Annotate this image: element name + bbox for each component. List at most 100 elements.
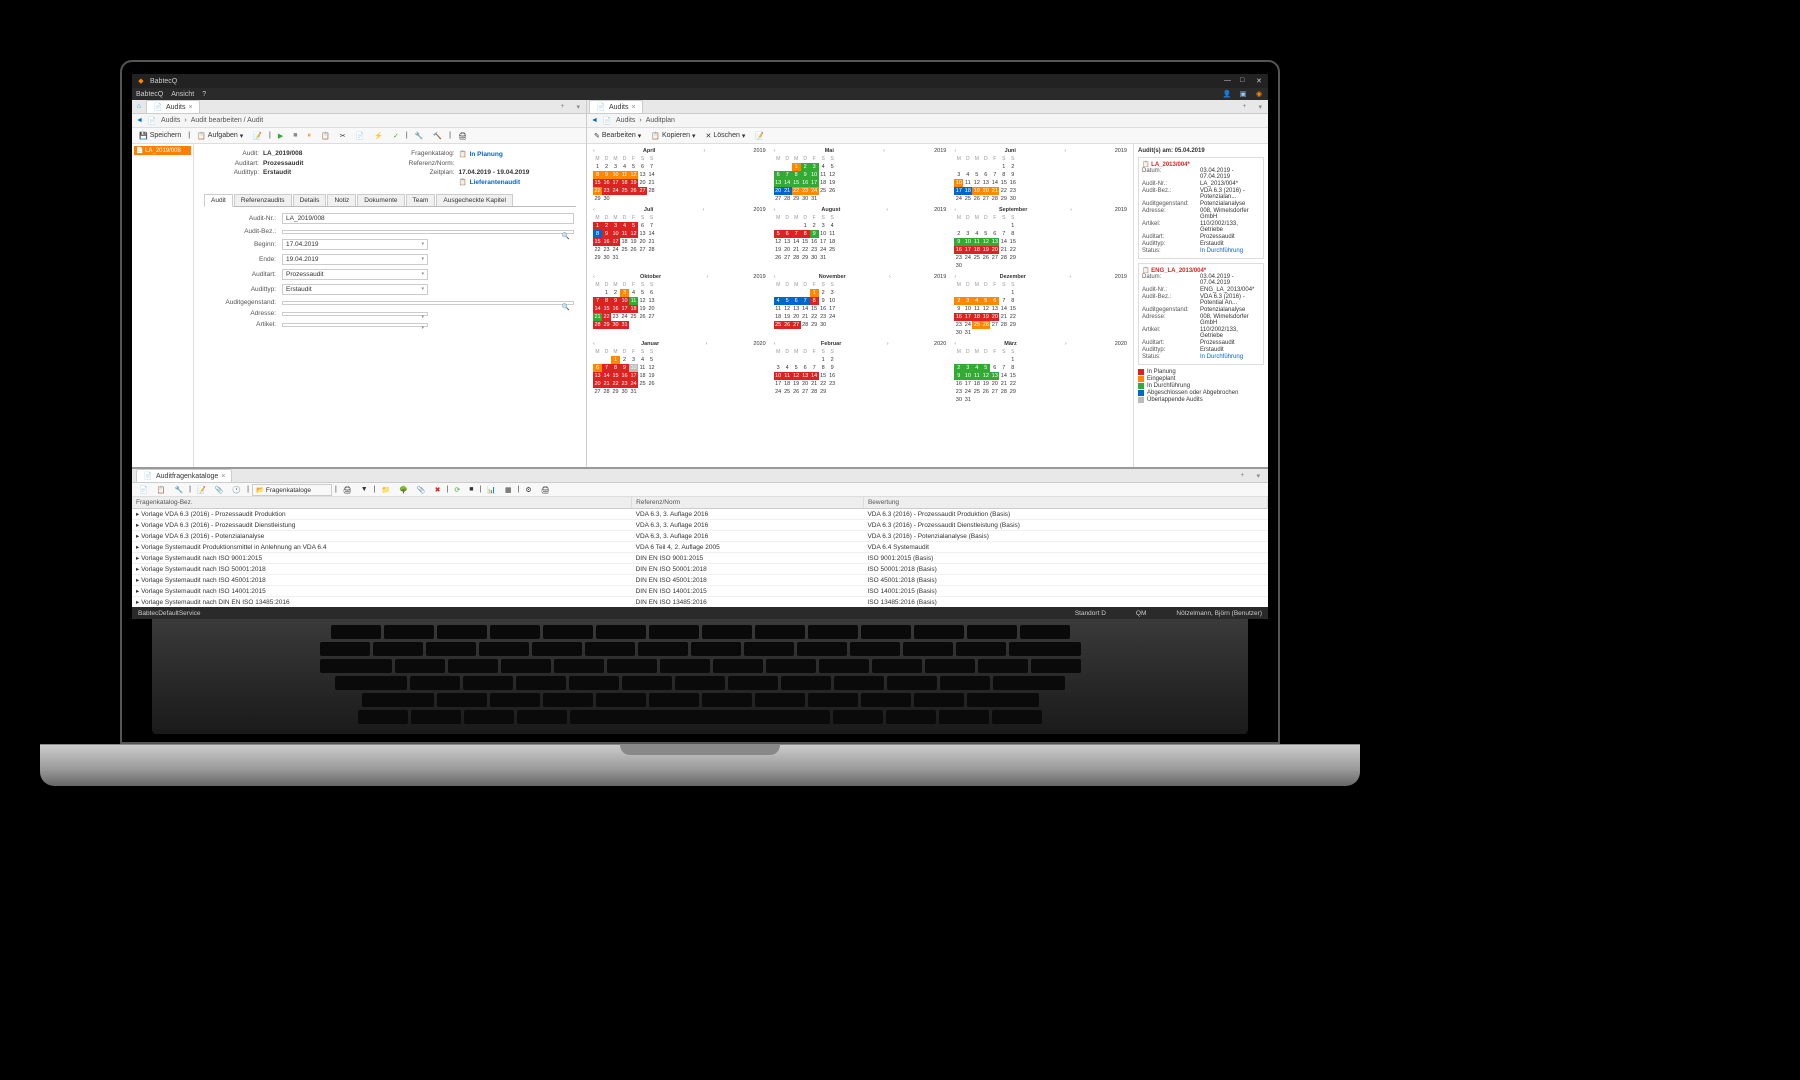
calendar-day[interactable]: 26 [981, 321, 990, 329]
calendar-day[interactable]: 6 [990, 364, 999, 372]
calendar-day[interactable]: 24 [954, 195, 963, 203]
calendar-day[interactable]: 4 [963, 171, 972, 179]
calendar-day[interactable]: 29 [792, 195, 801, 203]
gegenstand-field[interactable]: 🔍 [282, 301, 574, 305]
calendar-day[interactable]: 17 [828, 305, 837, 313]
calendar-day[interactable]: 2 [801, 163, 810, 171]
calendar-day[interactable]: 3 [620, 289, 629, 297]
prev-icon[interactable]: ‹ [774, 148, 776, 154]
calendar-day[interactable]: 19 [981, 246, 990, 254]
calendar-day[interactable]: 16 [810, 238, 819, 246]
calendar-day[interactable]: 4 [828, 222, 837, 230]
calendar-day[interactable]: 30 [954, 329, 963, 337]
calendar-day[interactable]: 14 [801, 305, 810, 313]
calendar-day[interactable]: 2 [954, 230, 963, 238]
calendar-day[interactable]: 15 [593, 238, 602, 246]
prev-icon[interactable]: ‹ [774, 274, 776, 280]
calendar-day[interactable]: 24 [611, 187, 620, 195]
calendar-day[interactable]: 11 [783, 372, 792, 380]
calendar-day[interactable]: 19 [972, 187, 981, 195]
calendar-day[interactable]: 30 [810, 254, 819, 262]
calendar-day[interactable]: 14 [792, 238, 801, 246]
bread-item[interactable]: Audits [161, 117, 180, 124]
calendar-day[interactable]: 4 [783, 364, 792, 372]
calendar-day[interactable]: 4 [972, 230, 981, 238]
calendar-day[interactable]: 29 [593, 195, 602, 203]
calendar-day[interactable]: 2 [1008, 163, 1017, 171]
calendar-day[interactable]: 18 [972, 313, 981, 321]
calendar-day[interactable]: 22 [792, 187, 801, 195]
audit-card[interactable]: 📋 LA_2013/004*Datum:03.04.2019 - 07.04.2… [1138, 157, 1264, 259]
calendar-day[interactable]: 7 [792, 230, 801, 238]
tasks-button[interactable]: 📋 Aufgaben ▾ [194, 131, 246, 141]
calendar-day[interactable]: 8 [1008, 230, 1017, 238]
calendar-day[interactable]: 2 [602, 222, 611, 230]
grid-icon[interactable]: ▦ [502, 485, 515, 495]
table-row[interactable]: ▸ Vorlage VDA 6.3 (2016) - Potenzialanal… [132, 531, 1268, 542]
calendar-day[interactable]: 26 [981, 254, 990, 262]
calendar-day[interactable]: 6 [638, 222, 647, 230]
calendar-day[interactable]: 12 [638, 297, 647, 305]
calendar-day[interactable]: 23 [954, 321, 963, 329]
calendar-day[interactable]: 3 [819, 222, 828, 230]
calendar-day[interactable]: 26 [783, 321, 792, 329]
calendar-day[interactable]: 26 [647, 380, 656, 388]
calendar-day[interactable]: 25 [783, 388, 792, 396]
inner-tab[interactable]: Ausgecheckte Kapitel [436, 194, 513, 206]
calendar-day[interactable]: 2 [954, 364, 963, 372]
inner-tab[interactable]: Notiz [327, 194, 356, 206]
calendar-day[interactable]: 6 [593, 364, 602, 372]
stop-icon[interactable]: ■ [466, 485, 476, 494]
new-icon[interactable]: 📄 [136, 485, 151, 495]
calendar-day[interactable]: 27 [990, 388, 999, 396]
calendar-day[interactable]: 17 [620, 305, 629, 313]
calendar-day[interactable]: 18 [774, 313, 783, 321]
next-icon[interactable]: › [886, 207, 888, 213]
calendar-day[interactable]: 12 [981, 238, 990, 246]
calendar-day[interactable]: 25 [819, 187, 828, 195]
calendar-day[interactable]: 18 [963, 187, 972, 195]
calendar-day[interactable]: 17 [963, 380, 972, 388]
tab-audits-left[interactable]: 📄 Audits × [146, 100, 200, 113]
calendar-day[interactable]: 10 [963, 238, 972, 246]
tab-add-button[interactable]: + [1236, 472, 1248, 480]
calendar-day[interactable]: 2 [810, 222, 819, 230]
print2-icon[interactable]: 🖨 [538, 485, 553, 495]
bolt-icon[interactable]: ⚡ [371, 131, 386, 141]
paste-icon[interactable]: 📄 [353, 131, 368, 141]
calendar-day[interactable]: 31 [611, 254, 620, 262]
calendar-day[interactable]: 2 [620, 356, 629, 364]
catalog-dropdown[interactable]: 📂 Fragenkataloge [252, 484, 332, 496]
calendar-day[interactable]: 7 [999, 230, 1008, 238]
tab-menu-button[interactable]: ▾ [1254, 103, 1266, 111]
calendar-day[interactable]: 8 [801, 230, 810, 238]
calendar-day[interactable]: 16 [819, 305, 828, 313]
calendar-day[interactable]: 24 [963, 321, 972, 329]
table-header[interactable]: Bewertung [863, 497, 1267, 509]
calendar-day[interactable]: 21 [999, 380, 1008, 388]
calendar-day[interactable]: 21 [593, 313, 602, 321]
calendar-day[interactable]: 20 [990, 246, 999, 254]
next-icon[interactable]: › [887, 341, 889, 347]
next-icon[interactable]: › [706, 274, 708, 280]
next-icon[interactable]: › [705, 341, 707, 347]
calendar-day[interactable]: 5 [828, 163, 837, 171]
tab-add-button[interactable]: + [556, 103, 568, 111]
calendar-day[interactable]: 12 [783, 305, 792, 313]
calendar-day[interactable]: 9 [801, 171, 810, 179]
calendar-day[interactable]: 16 [602, 238, 611, 246]
table-row[interactable]: ▸ Vorlage Systemaudit nach ISO 14001:201… [132, 586, 1268, 597]
calendar-day[interactable]: 9 [611, 297, 620, 305]
calendar-day[interactable]: 31 [810, 195, 819, 203]
home-icon[interactable]: ⌂ [134, 102, 144, 112]
calendar-day[interactable]: 6 [647, 289, 656, 297]
calendar-day[interactable]: 26 [828, 187, 837, 195]
calendar-day[interactable]: 24 [810, 187, 819, 195]
calendar-day[interactable]: 15 [801, 238, 810, 246]
calendar-day[interactable]: 1 [792, 163, 801, 171]
calendar-day[interactable]: 10 [620, 297, 629, 305]
calendar-day[interactable]: 12 [972, 179, 981, 187]
calendar-day[interactable]: 31 [620, 321, 629, 329]
delete-button[interactable]: ✕ Löschen ▾ [703, 131, 749, 141]
prev-icon[interactable]: ‹ [954, 148, 956, 154]
